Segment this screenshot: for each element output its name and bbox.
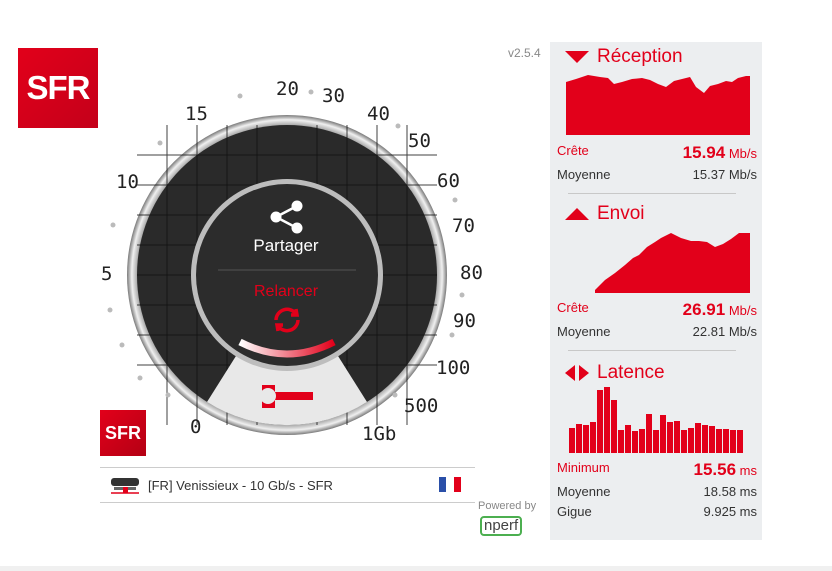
results-panel: Réception Crête 15.94 Mb/s Moyenne 15.37…: [550, 42, 762, 540]
tick-label-30: 30: [322, 85, 345, 107]
latency-title: Latence: [564, 362, 665, 384]
upload-avg-row: Moyenne 22.81 Mb/s: [557, 324, 757, 339]
latency-min-row: Minimum 15.56 ms: [557, 460, 757, 479]
upload-graph: [595, 233, 750, 293]
tick-label-5: 5: [101, 263, 112, 285]
france-flag-icon: [439, 477, 461, 492]
server-icon: [111, 478, 139, 494]
server-label: [FR] Venissieux - 10 Gb/s - SFR: [148, 477, 333, 493]
tick-label-500: 500: [404, 395, 438, 417]
tick-label-50: 50: [408, 130, 431, 152]
tick-label-90: 90: [453, 310, 476, 332]
latency-arrows-icon: [565, 365, 589, 381]
download-avg-row: Moyenne 15.37 Mb/s: [557, 167, 757, 182]
footer-divider: [0, 566, 832, 571]
download-title: Réception: [564, 46, 683, 68]
restart-label: Relancer: [253, 283, 319, 300]
tick-label-15: 15: [185, 103, 208, 125]
latency-avg-row: Moyenne 18.58 ms: [557, 484, 757, 499]
tick-label-80: 80: [460, 262, 483, 284]
upload-arrow-icon: [565, 208, 589, 220]
tick-label-10: 10: [116, 171, 139, 193]
server-selector[interactable]: [FR] Venissieux - 10 Gb/s - SFR: [100, 467, 475, 503]
tick-label-70: 70: [452, 215, 475, 237]
share-label: Partager: [253, 236, 319, 255]
powered-by-label: Powered by: [478, 500, 537, 512]
tick-label-1gb: 1Gb: [362, 423, 396, 445]
tick-label-0: 0: [190, 416, 201, 438]
download-graph: [566, 75, 750, 135]
share-button[interactable]: Partager: [216, 200, 356, 256]
tick-label-40: 40: [367, 103, 390, 125]
nperf-logo[interactable]: nperf: [480, 515, 523, 536]
sfr-small-logo: SFR: [100, 410, 146, 456]
upload-peak-row: Crête 26.91 Mb/s: [557, 300, 757, 319]
latency-graph: [569, 387, 743, 453]
restart-button[interactable]: Relancer: [216, 283, 356, 301]
tick-label-100: 100: [436, 357, 470, 379]
download-arrow-icon: [565, 51, 589, 63]
tick-label-60: 60: [437, 170, 460, 192]
download-peak-row: Crête 15.94 Mb/s: [557, 143, 757, 162]
tick-label-20: 20: [276, 78, 299, 100]
latency-jitter-row: Gigue 9.925 ms: [557, 504, 757, 519]
upload-title: Envoi: [564, 203, 645, 225]
